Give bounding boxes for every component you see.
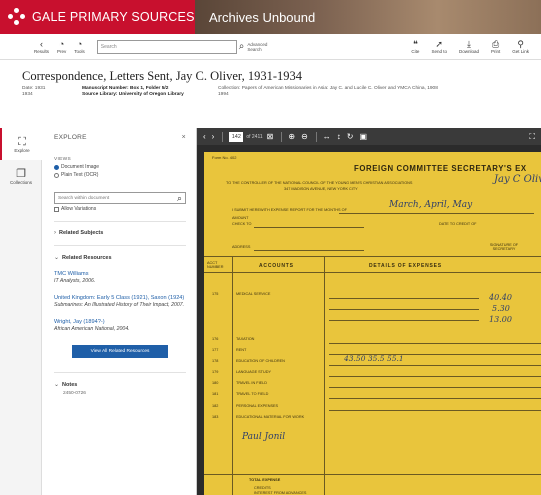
fullscreen-icon[interactable]: ⛶ [529, 132, 535, 142]
radio-icon [54, 172, 59, 178]
panel-title: EXPLORE [54, 134, 87, 141]
gale-logo-icon [8, 8, 26, 26]
cite-button[interactable]: ❝ Cite [405, 35, 425, 59]
search-icon[interactable]: ⌕ [239, 41, 245, 52]
download-icon: ⤓ [466, 39, 471, 49]
fit-width-icon[interactable]: ↔ [323, 132, 331, 141]
toolbar: ‹ Results ◔ Prev ◔ Tools Search ⌕ Advanc… [0, 34, 541, 60]
history-icon: ◔ [76, 39, 83, 49]
zoom-out-icon[interactable]: ⊖ [301, 132, 308, 141]
results-button[interactable]: ‹ Results [30, 35, 53, 59]
send-to-button[interactable]: ➚ Send to [425, 35, 453, 59]
related-resource-item: United Kingdom: Early 5 Class (1921), Sa… [54, 295, 186, 308]
download-button[interactable]: ⤓ Download [453, 35, 485, 59]
doc-date: Date: 1931 1934 [22, 86, 46, 97]
fit-height-icon[interactable]: ↕ [337, 132, 341, 141]
print-icon: ⎙ [492, 39, 500, 49]
viewer-toolbar: ‹ › 142 of 2411 ⊠ ⊕ ⊖ ↔ ↕ ↻ ▣ ⛶ [197, 128, 541, 145]
chevron-right-icon[interactable]: › [212, 132, 215, 141]
chevron-down-icon: ⌄ [54, 255, 60, 261]
send-icon: ➚ [435, 39, 443, 49]
related-subjects-toggle[interactable]: › Related Subjects [54, 230, 186, 236]
view-all-related-button[interactable]: View All Related Resources [72, 345, 168, 358]
doc-collection: Collection: Papers of American Missionar… [218, 86, 438, 97]
rotate-icon[interactable]: ↻ [347, 132, 354, 141]
related-resource-link[interactable]: Wright, Jay (1894?-) [54, 319, 186, 326]
search-input[interactable]: Search [96, 39, 237, 54]
chevron-left-icon: ‹ [40, 39, 43, 49]
rail-item-collections[interactable]: ❐ Collections [0, 160, 42, 192]
related-resource-link[interactable]: TMC Williams [54, 271, 186, 278]
app-header: GALE PRIMARY SOURCES Archives Unbound [0, 0, 541, 34]
image-icon[interactable]: ▣ [359, 132, 367, 141]
page-title: Correspondence, Letters Sent, Jay C. Oli… [22, 69, 302, 83]
divider [54, 245, 186, 246]
page-number-input[interactable]: 142 [229, 131, 244, 142]
tools-button[interactable]: ◔ Tools [70, 35, 89, 59]
get-link-button[interactable]: ⚲ Get Link [506, 35, 535, 59]
related-resource-link[interactable]: United Kingdom: Early 5 Class (1921), Sa… [54, 295, 186, 302]
chevron-down-icon: ⌄ [54, 382, 60, 388]
close-icon[interactable]: × [182, 134, 186, 141]
divider [222, 131, 224, 142]
view-document-image[interactable]: Document Image [54, 164, 186, 170]
rail-item-explore[interactable]: ⛶ Explore [0, 128, 42, 160]
notes-toggle[interactable]: ⌄ Notes [54, 381, 186, 389]
allow-variations-checkbox[interactable]: Allow Variations [54, 206, 186, 212]
chevron-left-icon[interactable]: ‹ [203, 132, 206, 141]
gale-brand[interactable]: GALE PRIMARY SOURCES [0, 0, 195, 34]
notes-value: 2450-0726 [63, 391, 86, 396]
doc-manuscript: Manuscript Number: Box 1, Folder 5/2 Sou… [82, 86, 184, 97]
related-resource-item: TMC Williams IT Analysts, 2006. [54, 271, 186, 285]
view-plain-text[interactable]: Plain Text (OCR) [54, 172, 186, 178]
document-viewer: ‹ › 142 of 2411 ⊠ ⊕ ⊖ ↔ ↕ ↻ ▣ ⛶ Form No.… [197, 128, 541, 495]
divider [54, 221, 186, 222]
go-icon[interactable]: ⊠ [267, 132, 274, 141]
collections-icon: ❐ [16, 167, 26, 180]
get-link-icon: ⚲ [517, 39, 524, 49]
divider [281, 131, 283, 142]
related-resource-item: Wright, Jay (1894?-) African American Na… [54, 319, 186, 333]
product-name[interactable]: Archives Unbound [195, 0, 541, 34]
document-page-image[interactable]: Form No. 402 FOREIGN COMMITTEE SECRETARY… [204, 152, 541, 495]
history-icon: ◔ [58, 39, 65, 49]
page-count: of 2411 [246, 133, 263, 140]
search-icon[interactable]: ⌕ [177, 193, 182, 204]
zoom-in-icon[interactable]: ⊕ [288, 132, 295, 141]
divider [315, 131, 317, 142]
document-search-input[interactable]: Search within document ⌕ [54, 192, 186, 204]
advanced-search-link[interactable]: Advanced Search [247, 42, 275, 52]
checkbox-icon [54, 206, 59, 212]
brand-name: GALE PRIMARY SOURCES [32, 10, 195, 24]
explore-panel: EXPLORE × VIEWS Document Image Plain Tex… [42, 128, 197, 495]
divider [54, 372, 186, 373]
chevron-right-icon: › [54, 230, 56, 236]
print-button[interactable]: ⎙ Print [485, 35, 506, 59]
views-label: VIEWS [54, 157, 71, 162]
left-rail: ⛶ Explore ❐ Collections [0, 128, 42, 495]
cite-icon: ❝ [413, 39, 418, 49]
paper-heading: FOREIGN COMMITTEE SECRETARY'S EX [354, 164, 527, 173]
explore-icon: ⛶ [18, 135, 26, 148]
related-resources-toggle[interactable]: ⌄ Related Resources [54, 254, 186, 262]
radio-selected-icon [54, 164, 59, 170]
prev-button[interactable]: ◔ Prev [53, 35, 70, 59]
